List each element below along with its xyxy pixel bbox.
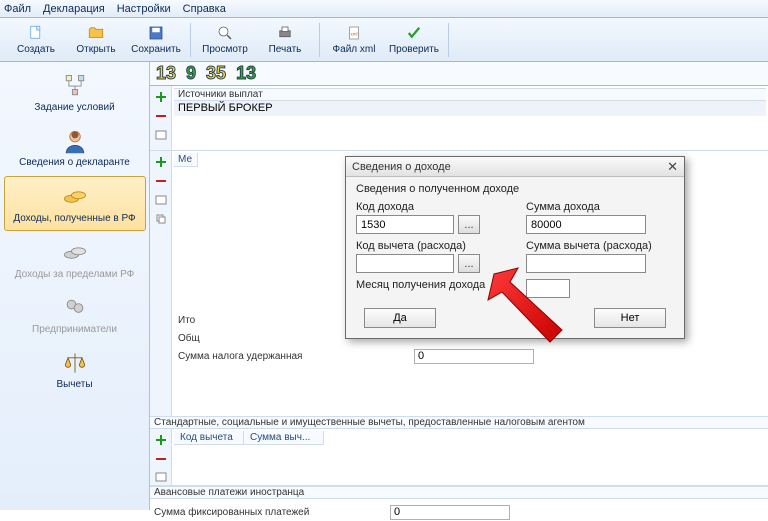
copy-income-button[interactable]: [153, 211, 169, 227]
plus-icon: [155, 156, 167, 168]
minus-icon: [155, 453, 167, 465]
preview-button[interactable]: Просмотр: [195, 20, 255, 60]
menu-settings[interactable]: Настройки: [117, 3, 171, 15]
sidebar-item-deductions[interactable]: Вычеты: [4, 343, 146, 396]
ded-code-label: Код вычета (расхода): [356, 240, 526, 252]
itogo-withheld-label: Сумма налога удержанная: [178, 351, 408, 362]
month-col-header: Ме: [174, 153, 198, 167]
add-income-button[interactable]: [153, 154, 169, 170]
save-button[interactable]: Сохранить: [126, 20, 186, 60]
dialog-title: Сведения о доходе: [352, 161, 451, 173]
ded-code-input[interactable]: [356, 254, 454, 273]
minus-icon: [155, 175, 167, 187]
separator: [190, 23, 191, 57]
edit-icon: [155, 129, 167, 141]
check-icon: [405, 24, 423, 42]
menubar: Файл Декларация Настройки Справка: [0, 0, 768, 18]
rate-tab-13b[interactable]: 13: [236, 63, 256, 84]
dialog-no-button[interactable]: Нет: [594, 308, 666, 328]
code-label: Код дохода: [356, 201, 526, 213]
months-mini-toolbar: [150, 151, 172, 416]
coins-icon: [61, 183, 89, 211]
source-row[interactable]: ПЕРВЫЙ БРОКЕР: [174, 101, 766, 116]
add-source-button[interactable]: [153, 89, 169, 105]
income-dialog: Сведения о доходе ✕ Сведения о полученно…: [345, 156, 685, 339]
tree-icon: [61, 72, 89, 100]
dialog-yes-button[interactable]: Да: [364, 308, 436, 328]
ded-code-browse-button[interactable]: ...: [458, 254, 480, 273]
deductions-panel: Код вычета Сумма выч...: [150, 429, 768, 485]
sidebar-item-conditions[interactable]: Задание условий: [4, 66, 146, 119]
ded-sum-input[interactable]: [526, 254, 646, 273]
separator: [319, 23, 320, 57]
month-input[interactable]: [526, 279, 570, 298]
ded-sum-label: Сумма вычета (расхода): [526, 240, 676, 252]
separator: [448, 23, 449, 57]
itogo-withheld-input[interactable]: [414, 349, 534, 364]
sources-panel: Источники выплат ПЕРВЫЙ БРОКЕР: [150, 86, 768, 150]
magnifier-icon: [216, 24, 234, 42]
create-button[interactable]: Создать: [6, 20, 66, 60]
rate-tabs: 13 9 35 13: [150, 62, 768, 86]
plus-icon: [155, 434, 167, 446]
advance-header: Авансовые платежи иностранца: [150, 486, 768, 499]
save-icon: [147, 24, 165, 42]
person-icon: [61, 127, 89, 155]
income-code-browse-button[interactable]: ...: [458, 215, 480, 234]
ded-col-code: Код вычета: [174, 431, 244, 445]
rate-tab-13a[interactable]: 13: [156, 63, 176, 84]
sum-label: Сумма дохода: [526, 201, 676, 213]
edit-income-button[interactable]: [153, 192, 169, 208]
printer-icon: [276, 24, 294, 42]
sidebar-item-income-rf[interactable]: Доходы, полученные в РФ: [4, 176, 146, 231]
ded-col-sum: Сумма выч...: [244, 431, 324, 445]
dialog-subtitle: Сведения о полученном доходе: [356, 183, 674, 195]
new-file-icon: [27, 24, 45, 42]
scales-icon: [61, 349, 89, 377]
deductions-header: Стандартные, социальные и имущественные …: [150, 416, 768, 429]
coins-grey-icon: [61, 239, 89, 267]
entrepreneur-icon: [61, 294, 89, 322]
open-button[interactable]: Открыть: [66, 20, 126, 60]
sidebar-item-declarant[interactable]: Сведения о декларанте: [4, 121, 146, 174]
dialog-close-button[interactable]: ✕: [667, 159, 678, 175]
income-sum-input[interactable]: [526, 215, 646, 234]
remove-source-button[interactable]: [153, 108, 169, 124]
remove-income-button[interactable]: [153, 173, 169, 189]
sources-mini-toolbar: [150, 86, 172, 150]
check-button[interactable]: Проверить: [384, 20, 444, 60]
toolbar: Создать Открыть Сохранить Просмотр Печат…: [0, 18, 768, 62]
sidebar: Задание условий Сведения о декларанте До…: [0, 62, 150, 510]
copy-icon: [155, 213, 167, 225]
ded-mini-toolbar: [150, 429, 172, 485]
rate-tab-35[interactable]: 35: [206, 63, 226, 84]
menu-file[interactable]: Файл: [4, 3, 31, 15]
minus-icon: [155, 110, 167, 122]
income-code-input[interactable]: [356, 215, 454, 234]
print-button[interactable]: Печать: [255, 20, 315, 60]
sidebar-item-income-abroad[interactable]: Доходы за пределами РФ: [4, 233, 146, 286]
edit-icon: [155, 194, 167, 206]
sidebar-item-entrepreneur[interactable]: Предприниматели: [4, 288, 146, 341]
advance-input[interactable]: [390, 505, 510, 520]
month-label: Месяц получения дохода: [356, 279, 526, 291]
sources-header: Источники выплат: [174, 88, 766, 101]
edit-ded-button[interactable]: [153, 469, 169, 485]
edit-icon: [155, 471, 167, 483]
menu-help[interactable]: Справка: [183, 3, 226, 15]
folder-open-icon: [87, 24, 105, 42]
edit-source-button[interactable]: [153, 127, 169, 143]
advance-label: Сумма фиксированных платежей: [154, 507, 384, 518]
plus-icon: [155, 91, 167, 103]
menu-decl[interactable]: Декларация: [43, 3, 105, 15]
rate-tab-9[interactable]: 9: [186, 63, 196, 84]
content: 13 9 35 13 Источники выплат ПЕРВЫЙ БРОКЕ…: [150, 62, 768, 510]
svg-text:xml: xml: [351, 31, 358, 36]
xml-button[interactable]: xml Файл xml: [324, 20, 384, 60]
remove-ded-button[interactable]: [153, 451, 169, 467]
add-ded-button[interactable]: [153, 432, 169, 448]
xml-icon: xml: [345, 24, 363, 42]
